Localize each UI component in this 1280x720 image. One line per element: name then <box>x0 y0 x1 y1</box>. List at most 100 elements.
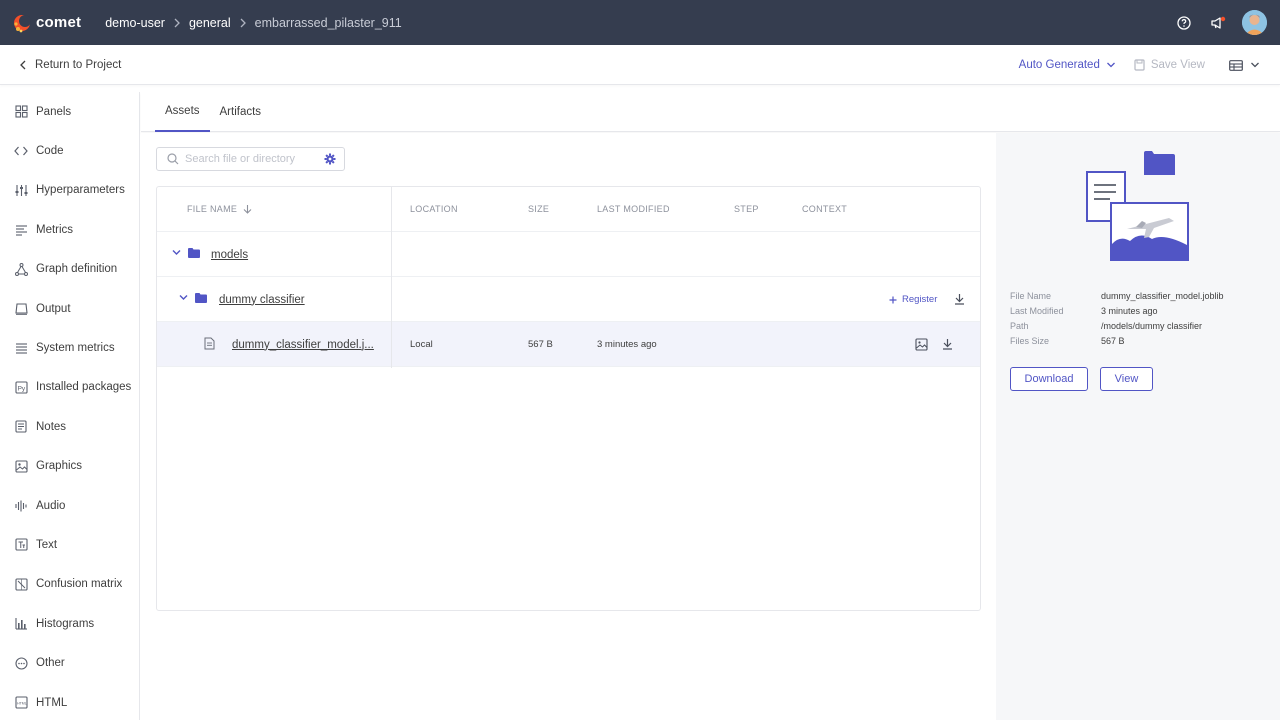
download-icon[interactable] <box>954 293 965 305</box>
assets-table: FILE NAME LOCATION SIZE LAST MODIFIED ST… <box>156 186 981 611</box>
table-row[interactable]: dummy classifier Register <box>157 277 980 322</box>
tab-artifacts[interactable]: Artifacts <box>210 92 272 132</box>
folder-name[interactable]: models <box>211 232 248 277</box>
histogram-icon <box>14 617 28 631</box>
layout-menu-button[interactable] <box>1229 59 1260 71</box>
sidebar-item-label: Metrics <box>36 223 74 236</box>
breadcrumb-experiment[interactable]: embarrassed_pilaster_911 <box>255 16 402 30</box>
asset-details-panel: File Name dummy_classifier_model.joblib … <box>996 133 1280 720</box>
text-icon <box>14 538 28 552</box>
chevron-right-icon <box>173 18 181 28</box>
sidebar-item-graphics[interactable]: Graphics <box>0 447 139 486</box>
sidebar-item-label: Installed packages <box>36 381 132 394</box>
search-box <box>156 147 345 171</box>
image-icon <box>14 459 28 473</box>
save-view-button[interactable]: Save View <box>1134 59 1205 71</box>
preview-image-icon[interactable] <box>915 338 928 351</box>
save-view-label: Save View <box>1150 59 1205 71</box>
sidebar-item-label: Audio <box>36 499 66 512</box>
folder-name[interactable]: dummy classifier <box>219 277 305 322</box>
sidebar-item-histograms[interactable]: Histograms <box>0 604 139 643</box>
column-step[interactable]: STEP <box>734 204 759 214</box>
sidebar-item-label: Other <box>36 657 65 670</box>
column-file-name[interactable]: FILE NAME <box>187 204 252 214</box>
meta-value-last-modified: 3 minutes ago <box>1101 305 1158 316</box>
sidebar-item-code[interactable]: Code <box>0 131 139 170</box>
table-row[interactable]: dummy_classifier_model.j... Local 567 B … <box>157 322 980 367</box>
gear-icon[interactable] <box>324 153 336 165</box>
return-to-project-link[interactable]: Return to Project <box>19 59 121 71</box>
sidebar-item-installed-packages[interactable]: Py Installed packages <box>0 368 139 407</box>
sidebar-item-label: Histograms <box>36 617 95 630</box>
table-row[interactable]: models <box>157 232 980 277</box>
sidebar-item-system-metrics[interactable]: System metrics <box>0 328 139 367</box>
chevron-down-icon[interactable] <box>172 249 181 256</box>
file-last-modified: 3 minutes ago <box>597 339 657 350</box>
sidebar-item-hyperparameters[interactable]: Hyperparameters <box>0 171 139 210</box>
view-button[interactable]: View <box>1100 367 1153 391</box>
comet-logo-icon <box>14 14 31 32</box>
column-last-modified[interactable]: LAST MODIFIED <box>597 204 670 214</box>
sidebar-item-confusion-matrix[interactable]: Confusion matrix <box>0 565 139 604</box>
sidebar-item-label: Graphics <box>36 460 83 473</box>
sort-descending-icon <box>243 205 252 214</box>
user-avatar[interactable] <box>1242 10 1267 35</box>
search-input[interactable] <box>185 153 315 165</box>
download-button[interactable]: Download <box>1010 367 1088 391</box>
download-icon[interactable] <box>942 338 953 350</box>
plus-icon <box>889 296 897 303</box>
table-layout-icon <box>1229 59 1243 71</box>
sidebar-item-text[interactable]: Text <box>0 525 139 564</box>
register-button[interactable]: Register <box>889 277 937 322</box>
register-label: Register <box>902 294 938 305</box>
chevron-down-icon[interactable] <box>179 294 188 301</box>
meta-label-last-modified: Last Modified <box>1010 305 1064 316</box>
sidebar-item-label: Output <box>36 302 71 315</box>
asset-tabs: Assets Artifacts <box>141 92 1280 132</box>
chevron-left-icon <box>20 60 26 69</box>
view-select-dropdown[interactable]: Auto Generated <box>1019 59 1116 71</box>
chevron-down-icon <box>1251 62 1259 68</box>
column-size[interactable]: SIZE <box>528 204 549 214</box>
comet-logo[interactable]: comet <box>12 12 81 34</box>
sidebar-item-label: Hyperparameters <box>36 184 125 197</box>
announcements-icon[interactable] <box>1208 13 1228 33</box>
sidebar-item-label: Notes <box>36 420 67 433</box>
meta-label-files-size: Files Size <box>1010 335 1050 346</box>
sidebar-item-graph-definition[interactable]: Graph definition <box>0 250 139 289</box>
sidebar-item-html[interactable]: HTML HTML <box>0 683 139 720</box>
breadcrumb-workspace[interactable]: demo-user <box>105 16 165 30</box>
sidebar-item-notes[interactable]: Notes <box>0 407 139 446</box>
tab-assets[interactable]: Assets <box>155 92 210 132</box>
python-icon: Py <box>14 380 28 394</box>
graph-icon <box>14 262 28 276</box>
asset-metadata: File Name dummy_classifier_model.joblib … <box>1010 288 1224 348</box>
breadcrumb-project[interactable]: general <box>189 16 231 30</box>
file-icon <box>204 337 215 350</box>
other-icon <box>14 656 28 670</box>
sidebar-item-label: Panels <box>36 105 72 118</box>
sidebar-item-label: HTML <box>36 696 68 709</box>
column-location[interactable]: LOCATION <box>410 204 458 214</box>
meta-value-path: /models/dummy classifier <box>1101 320 1203 331</box>
sidebar-item-other[interactable]: Other <box>0 643 139 682</box>
meta-label-path: Path <box>1010 320 1029 331</box>
search-icon <box>167 153 179 165</box>
sidebar-item-metrics[interactable]: Metrics <box>0 210 139 249</box>
sidebar-item-output[interactable]: Output <box>0 289 139 328</box>
matrix-icon <box>14 577 28 591</box>
experiment-sidebar: Panels Code Hyperparameters Metrics Grap… <box>0 92 140 720</box>
folder-icon <box>188 248 200 258</box>
sidebar-item-label: Text <box>36 538 58 551</box>
file-preview-illustration <box>1084 147 1196 270</box>
file-name[interactable]: dummy_classifier_model.j... <box>232 322 374 367</box>
help-icon[interactable] <box>1174 13 1194 33</box>
experiment-subheader: Return to Project Auto Generated Save Vi… <box>0 45 1280 85</box>
column-context[interactable]: CONTEXT <box>802 204 847 214</box>
sidebar-item-panels[interactable]: Panels <box>0 92 139 131</box>
chevron-down-icon <box>1106 62 1115 68</box>
save-icon <box>1134 59 1145 71</box>
sidebar-item-audio[interactable]: Audio <box>0 486 139 525</box>
return-to-project-label: Return to Project <box>35 58 122 71</box>
file-size: 567 B <box>528 339 553 350</box>
